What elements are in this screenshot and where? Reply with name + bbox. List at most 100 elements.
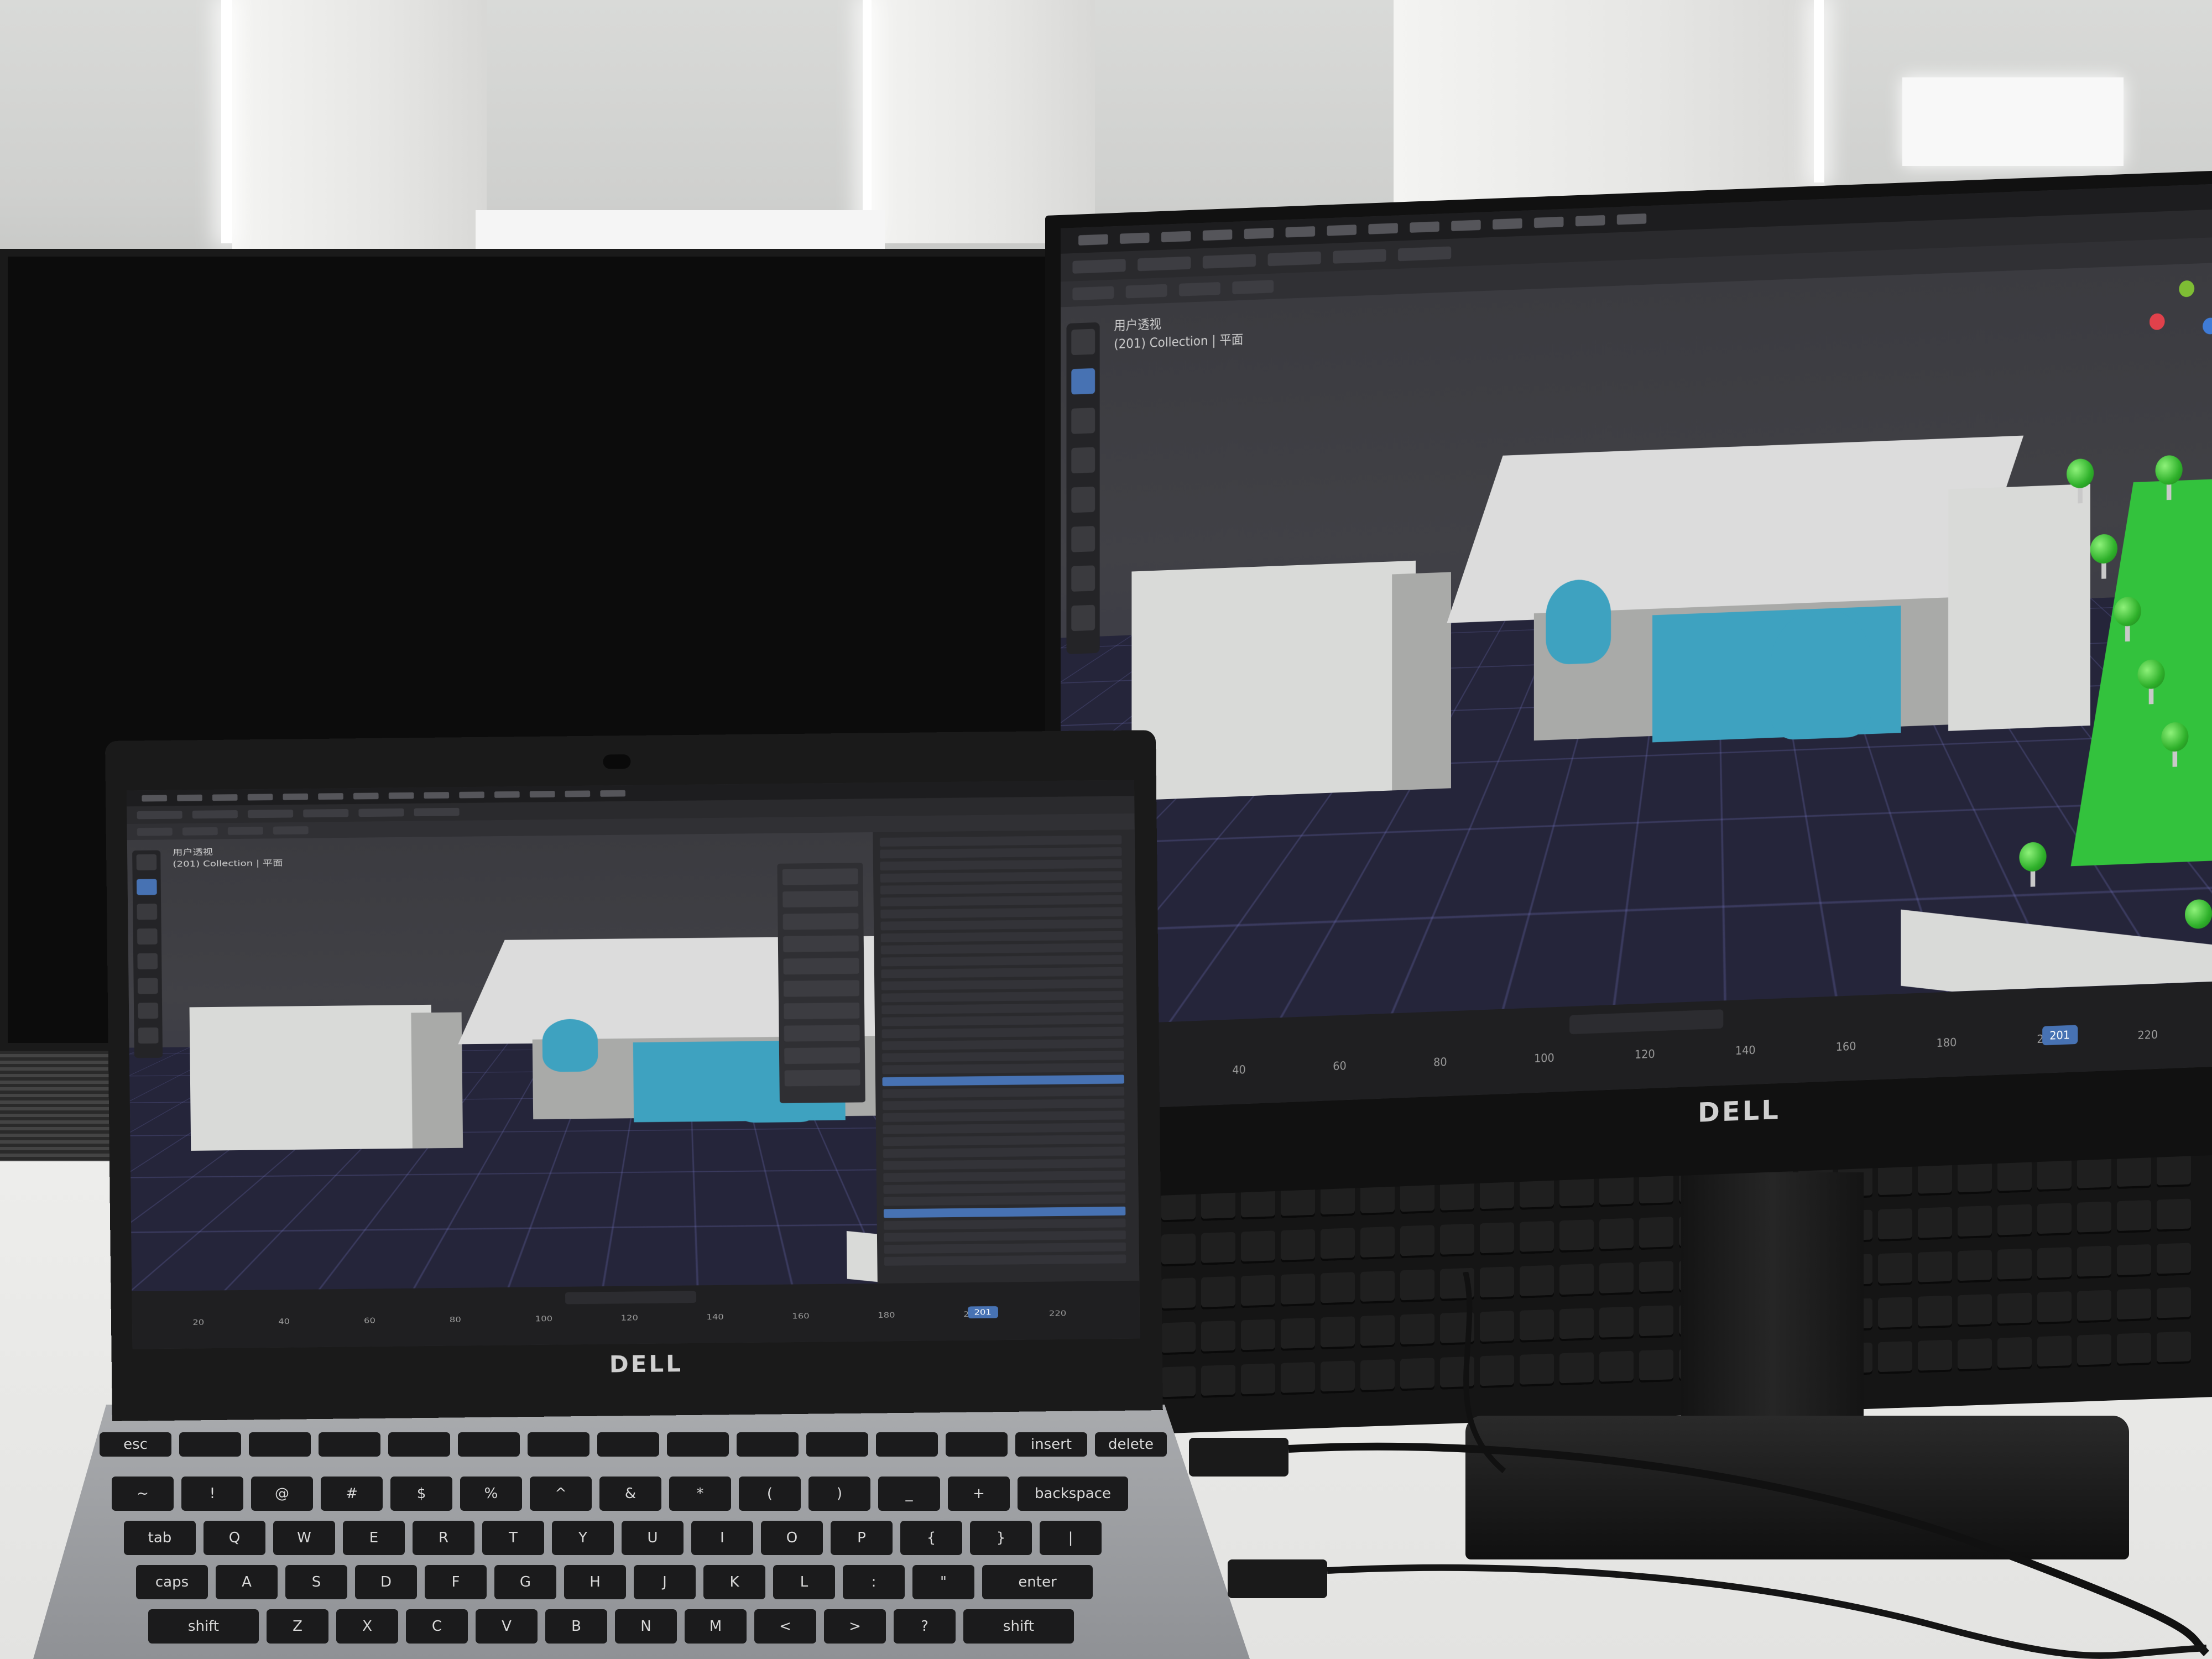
external-key[interactable] [1241,1363,1275,1396]
menu-item[interactable] [1327,225,1357,236]
laptop-key[interactable]: % [460,1477,522,1511]
laptop-key[interactable] [528,1432,589,1457]
laptop-key[interactable]: ! [181,1477,243,1511]
panel-row[interactable] [883,1159,1125,1170]
header-button[interactable] [1179,282,1220,296]
laptop-key[interactable]: } [970,1521,1032,1555]
panel-row[interactable] [880,907,1122,918]
external-key[interactable] [2037,1159,2072,1192]
header-dropdown[interactable] [192,810,238,818]
panel-row[interactable] [883,1171,1125,1182]
laptop-key[interactable]: + [948,1477,1010,1511]
laptop-key[interactable]: B [545,1609,607,1644]
external-key[interactable] [1161,1277,1196,1311]
n-panel-field[interactable] [783,958,859,974]
laptop-key[interactable]: N [615,1609,677,1644]
laptop-key[interactable] [388,1432,450,1457]
panel-row[interactable] [880,859,1121,870]
laptop-key[interactable]: $ [390,1477,452,1511]
menu-item[interactable] [142,795,167,801]
laptop-key[interactable]: shift [148,1609,259,1644]
laptop-key[interactable]: O [761,1521,823,1555]
laptop-key[interactable]: E [343,1521,405,1555]
laptop-key[interactable]: U [622,1521,684,1555]
laptop-key[interactable]: esc [100,1432,171,1457]
panel-row[interactable] [880,895,1122,906]
laptop-key[interactable] [179,1432,241,1457]
panel-row[interactable] [882,1039,1124,1050]
panel-row[interactable] [881,967,1123,978]
external-key[interactable] [2037,1203,2072,1236]
panel-row[interactable] [883,1147,1125,1158]
header-button[interactable] [137,828,173,836]
header-dropdown[interactable] [1203,254,1256,269]
menu-item[interactable] [1368,223,1398,234]
external-key[interactable] [2077,1157,2111,1190]
menu-item[interactable] [177,795,202,801]
laptop-key[interactable]: { [900,1521,962,1555]
external-key[interactable] [1639,1217,1673,1250]
n-panel-field[interactable] [783,936,859,952]
laptop-key[interactable]: Y [552,1521,614,1555]
laptop-key[interactable]: insert [1015,1432,1087,1457]
rotate-icon[interactable] [137,904,157,920]
laptop-key[interactable]: delete [1095,1432,1167,1457]
menu-item[interactable] [1410,221,1439,232]
menu-item[interactable] [459,791,484,798]
laptop-key[interactable] [876,1432,938,1457]
panel-row[interactable] [881,1015,1123,1026]
external-key[interactable] [1281,1229,1315,1262]
external-key[interactable] [1599,1218,1634,1251]
external-key[interactable] [1161,1366,1196,1399]
menu-item[interactable] [1575,215,1605,226]
menu-item[interactable] [1161,231,1191,242]
panel-row[interactable] [880,883,1122,894]
annotate-icon[interactable] [138,978,158,994]
n-panel-field[interactable] [782,868,858,885]
laptop-key[interactable] [806,1432,868,1457]
external-key[interactable] [1480,1222,1514,1255]
menu-item[interactable] [1078,234,1108,245]
laptop-key[interactable]: A [216,1565,278,1599]
laptop-key[interactable]: I [691,1521,753,1555]
header-dropdown[interactable] [414,808,460,816]
panel-row[interactable] [884,1183,1125,1194]
laptop-key[interactable]: C [406,1609,468,1644]
panel-row[interactable] [882,1051,1124,1062]
external-key[interactable] [1599,1174,1634,1207]
laptop-key[interactable]: M [685,1609,747,1644]
menu-item[interactable] [1493,218,1522,229]
header-button[interactable] [1126,284,1167,299]
header-dropdown[interactable] [1268,252,1321,267]
laptop-key[interactable]: R [413,1521,474,1555]
axis-icon[interactable] [2203,317,2212,335]
laptop-key[interactable] [249,1432,311,1457]
add-cube-icon[interactable] [1071,605,1095,632]
laptop-key[interactable]: Q [204,1521,265,1555]
panel-row[interactable] [884,1230,1125,1241]
external-key[interactable] [1559,1219,1594,1253]
panel-row[interactable] [881,955,1123,966]
laptop-key[interactable]: @ [251,1477,313,1511]
panel-row[interactable] [881,943,1123,954]
laptop-key[interactable]: " [912,1565,974,1599]
panel-row[interactable] [883,1123,1124,1134]
laptop-key[interactable] [458,1432,520,1457]
n-panel-field[interactable] [785,1070,860,1086]
external-key[interactable] [2117,1156,2151,1189]
menu-item[interactable] [212,794,238,801]
navigation-gizmo[interactable] [2150,279,2212,358]
playback-controls[interactable] [565,1291,696,1304]
external-key[interactable] [1918,1207,1952,1240]
external-key[interactable] [1958,1206,1992,1239]
move-icon[interactable] [137,879,157,895]
panel-row[interactable] [882,1075,1124,1086]
external-key[interactable] [1958,1161,1992,1194]
panel-row[interactable] [883,1099,1124,1110]
menu-item[interactable] [353,792,379,799]
menu-item[interactable] [494,791,520,798]
laptop-key[interactable]: K [703,1565,765,1599]
panel-row[interactable] [881,1003,1123,1014]
transform-icon[interactable] [1071,487,1095,513]
laptop-key[interactable]: _ [878,1477,940,1511]
